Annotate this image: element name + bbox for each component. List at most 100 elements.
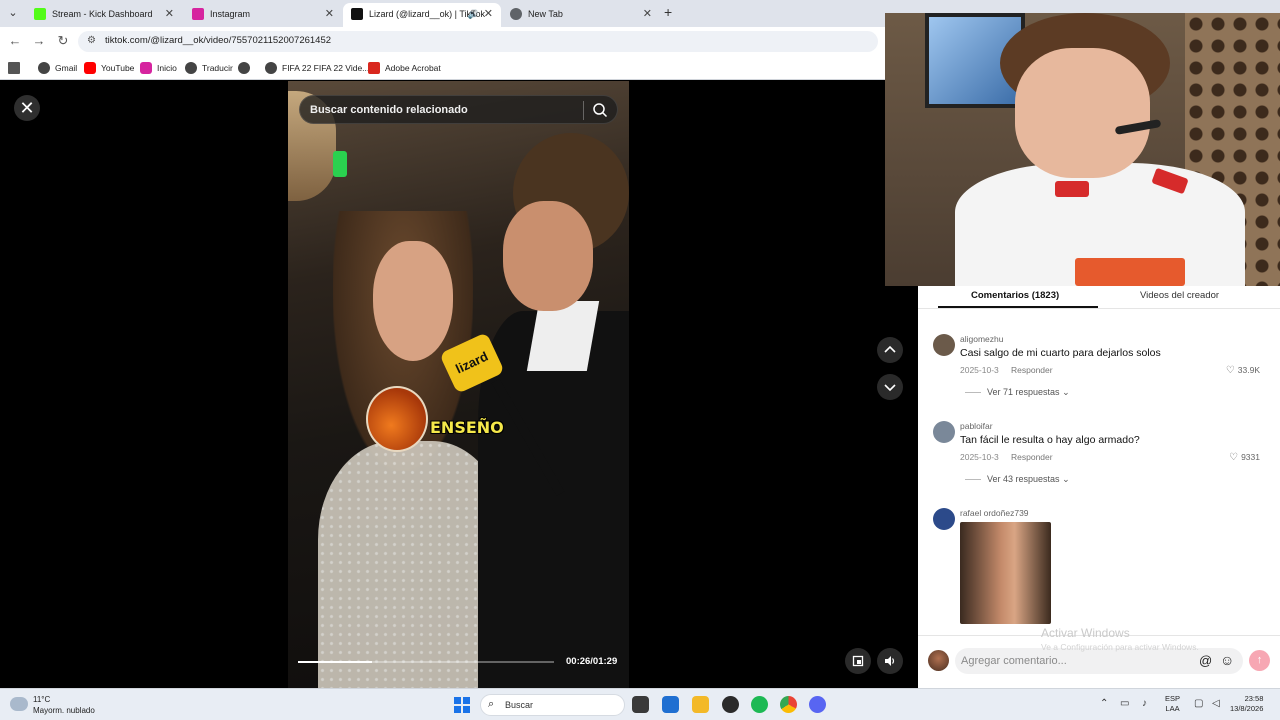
divider-dash bbox=[965, 392, 981, 394]
apps-icon[interactable] bbox=[8, 61, 25, 75]
tiktok-icon bbox=[351, 8, 363, 20]
game-app-icon[interactable] bbox=[722, 696, 739, 713]
forward-icon[interactable]: → bbox=[32, 34, 46, 48]
bookmark-inicio[interactable]: Inicio bbox=[140, 61, 177, 75]
comment-text: Casi salgo de mi cuarto para dejarlos so… bbox=[960, 347, 1161, 359]
address-bar-row: ← → ↻ ⚙ tiktok.com/@lizard__ok/video/755… bbox=[0, 27, 885, 56]
bookmark-adobe[interactable]: Adobe Acrobat bbox=[368, 61, 441, 75]
weather-condition: Mayorm. nublado bbox=[33, 706, 95, 715]
speaker-icon[interactable]: 🔊 bbox=[468, 3, 479, 25]
previous-video-button[interactable] bbox=[877, 337, 903, 363]
emoji-icon[interactable]: ☺ bbox=[1220, 652, 1234, 668]
file-explorer-icon[interactable] bbox=[692, 696, 709, 713]
comment-image[interactable] bbox=[960, 522, 1051, 624]
new-tab-button[interactable]: + bbox=[664, 5, 678, 19]
bookmark-unnamed[interactable] bbox=[238, 61, 255, 75]
globe-icon bbox=[38, 62, 50, 74]
tab-title: Instagram bbox=[210, 9, 251, 19]
pip-icon bbox=[852, 655, 864, 667]
mention-icon[interactable]: @ bbox=[1199, 653, 1212, 668]
comment-username[interactable]: aligomezhu bbox=[960, 334, 1003, 344]
webcam-jersey-logo bbox=[1055, 181, 1089, 197]
speaker-icon bbox=[885, 656, 895, 666]
store-icon[interactable] bbox=[662, 696, 679, 713]
search-divider bbox=[583, 101, 584, 120]
back-icon[interactable]: ← bbox=[8, 34, 22, 48]
tab-kick[interactable]: Stream - Kick Dashboard ✕ bbox=[26, 3, 182, 27]
close-tab-icon[interactable]: ✕ bbox=[643, 3, 652, 25]
next-video-button[interactable] bbox=[877, 374, 903, 400]
comment-username[interactable]: pabloifar bbox=[960, 421, 993, 431]
close-tab-icon[interactable]: ✕ bbox=[325, 3, 334, 25]
heart-icon: ♡ bbox=[1229, 452, 1239, 463]
close-tab-icon[interactable]: ✕ bbox=[165, 3, 174, 25]
avatar[interactable] bbox=[933, 421, 955, 443]
acrobat-icon bbox=[368, 62, 380, 74]
search-icon[interactable] bbox=[592, 102, 608, 118]
tab-instagram[interactable]: Instagram ✕ bbox=[184, 3, 342, 27]
comment-input[interactable] bbox=[961, 653, 1191, 669]
tab-search-dropdown-icon[interactable]: ⌄ bbox=[5, 5, 21, 21]
send-comment-button[interactable]: ↑ bbox=[1249, 650, 1270, 671]
tab-title: New Tab bbox=[528, 9, 563, 19]
comment-text: Tan fácil le resulta o hay algo armado? bbox=[960, 434, 1140, 446]
avatar[interactable] bbox=[933, 334, 955, 356]
bookmark-traducir[interactable]: Traducir bbox=[185, 61, 233, 75]
tab-creator-videos[interactable]: Videos del creador bbox=[1140, 290, 1219, 301]
globe-icon bbox=[265, 62, 277, 74]
video-frame-man-face bbox=[503, 201, 593, 311]
heart-icon: ♡ bbox=[1225, 365, 1235, 376]
discord-icon[interactable] bbox=[809, 696, 826, 713]
chevron-up-icon[interactable]: ⌃ bbox=[1100, 698, 1108, 709]
globe-icon bbox=[185, 62, 197, 74]
site-info-icon[interactable]: ⚙ bbox=[87, 35, 96, 46]
related-search-input[interactable] bbox=[310, 101, 575, 119]
close-tab-icon[interactable]: ✕ bbox=[484, 3, 493, 25]
bookmarks-bar: Gmail YouTube Inicio Traducir FIFA 22 FI… bbox=[0, 56, 885, 80]
speaker-icon[interactable]: ♪ bbox=[1142, 698, 1147, 709]
system-clock[interactable]: 23:58 13/8/2026 bbox=[1230, 694, 1263, 714]
webcam-face bbox=[1015, 48, 1150, 178]
bookmark-youtube[interactable]: YouTube bbox=[84, 61, 134, 75]
like-button[interactable]: ♡ 9331 bbox=[1229, 452, 1260, 463]
reload-icon[interactable]: ↻ bbox=[56, 34, 70, 48]
omnibox[interactable]: ⚙ tiktok.com/@lizard__ok/video/755702115… bbox=[78, 31, 878, 52]
tab-tiktok[interactable]: Lizard (@lizard__ok) | TikTok 🔊 ✕ bbox=[343, 3, 501, 27]
volume-icon[interactable]: ◁ bbox=[1212, 698, 1220, 709]
video-player[interactable]: lizard ENSEÑO bbox=[288, 81, 629, 688]
task-view-icon[interactable] bbox=[632, 696, 649, 713]
chrome-icon[interactable] bbox=[780, 696, 797, 713]
instagram-icon bbox=[192, 8, 204, 20]
spotify-icon[interactable] bbox=[751, 696, 768, 713]
tab-new-tab[interactable]: New Tab ✕ bbox=[502, 3, 660, 27]
chevron-down-icon: ⌄ bbox=[1062, 474, 1070, 484]
video-viewer: ✕ lizard ENSEÑO 00:26 bbox=[0, 81, 918, 688]
like-button[interactable]: ♡ 33.9K bbox=[1226, 365, 1260, 376]
chevron-down-icon: ⌄ bbox=[1062, 387, 1070, 397]
floating-player-button[interactable] bbox=[845, 648, 871, 674]
bookmark-fifa[interactable]: FIFA 22 FIFA 22 Vide... bbox=[265, 61, 369, 75]
monitor-icon[interactable]: ▢ bbox=[1194, 698, 1203, 709]
close-viewer-button[interactable]: ✕ bbox=[14, 95, 40, 121]
reply-button[interactable]: Responder bbox=[1011, 365, 1053, 375]
streamer-webcam bbox=[885, 13, 1280, 286]
screen: ⌄ Stream - Kick Dashboard ✕ Instagram ✕ … bbox=[0, 0, 1280, 720]
reply-button[interactable]: Responder bbox=[1011, 452, 1053, 462]
avatar[interactable] bbox=[933, 508, 955, 530]
video-progress-bar[interactable] bbox=[298, 661, 554, 663]
network-icon[interactable]: ▭ bbox=[1120, 698, 1129, 709]
windows-start-icon[interactable] bbox=[454, 697, 470, 713]
like-count: 9331 bbox=[1241, 452, 1260, 462]
bookmark-gmail[interactable]: Gmail bbox=[38, 61, 77, 75]
view-replies-button[interactable]: Ver 71 respuestas ⌄ bbox=[965, 387, 1070, 398]
volume-button[interactable] bbox=[877, 648, 903, 674]
taskbar-search[interactable]: ⌕ Buscar bbox=[480, 694, 625, 716]
language-indicator[interactable]: ESP LAA bbox=[1165, 694, 1180, 714]
tab-comments[interactable]: Comentarios (1823) bbox=[971, 290, 1059, 301]
instagram-icon bbox=[140, 62, 152, 74]
view-replies-button[interactable]: Ver 43 respuestas ⌄ bbox=[965, 474, 1070, 485]
divider-dash bbox=[965, 479, 981, 481]
comment-username[interactable]: rafael ordoñez739 bbox=[960, 508, 1029, 518]
video-time: 00:26/01:29 bbox=[566, 656, 618, 667]
arrow-up-icon: ↑ bbox=[1256, 654, 1263, 666]
